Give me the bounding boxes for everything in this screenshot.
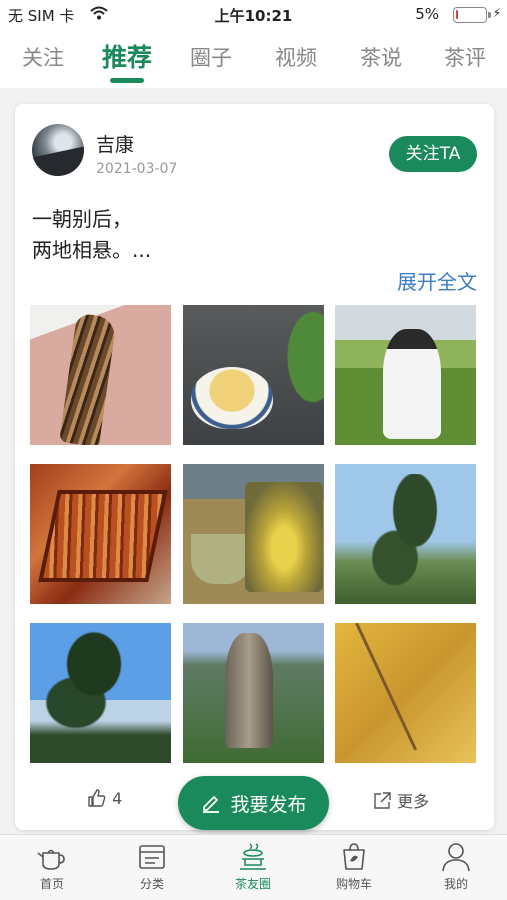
post-text: 一朝别后， 两地相悬。... [32, 204, 151, 266]
nav-cart[interactable]: 购物车 [314, 841, 394, 892]
nav-category-label: 分类 [139, 877, 164, 891]
post-photo-agarwood[interactable] [30, 305, 171, 445]
post-photo-flower-tea[interactable] [183, 464, 324, 604]
charging-icon: ⚡ [492, 6, 501, 20]
post-photo-yellow-flowers[interactable] [335, 623, 476, 763]
post-date: 2021-03-07 [96, 161, 178, 177]
post-photo-tea-cup[interactable] [183, 305, 324, 445]
tab-tea-reviews[interactable]: 茶评 [430, 42, 500, 72]
status-bar: 无 SIM 卡 上午10:21 5% ⚡ [0, 0, 507, 30]
active-tab-indicator [110, 78, 144, 83]
bottom-nav: 首页 分类 茶友圈 购物车 我的 [0, 834, 507, 900]
like-count: 4 [112, 789, 123, 808]
avatar[interactable] [32, 124, 84, 176]
tab-tea-talk[interactable]: 茶说 [346, 42, 416, 72]
post-text-line: 两地相悬。... [32, 238, 152, 262]
more-button[interactable]: 更多 [372, 788, 429, 812]
post-card: 吉康 2021-03-07 关注TA 一朝别后， 两地相悬。... 展开全文 4… [15, 104, 494, 830]
like-button[interactable]: 4 [87, 788, 122, 808]
nav-home[interactable]: 首页 [12, 841, 92, 892]
post-photo-mountain-rock[interactable] [183, 623, 324, 763]
share-icon [374, 792, 391, 809]
tab-recommended[interactable]: 推荐 [92, 38, 162, 83]
post-photo-carved-table[interactable] [30, 464, 171, 604]
cart-bag-icon [343, 843, 365, 870]
post-username[interactable]: 吉康 [96, 130, 134, 157]
battery-icon [453, 7, 491, 23]
nav-profile-label: 我的 [443, 877, 468, 891]
thumbs-up-icon [88, 789, 106, 807]
post-text-line: 一朝别后， [32, 207, 132, 231]
tea-friends-icon [240, 843, 266, 870]
nav-category[interactable]: 分类 [112, 841, 192, 892]
tab-recommended-label: 推荐 [101, 43, 152, 72]
nav-tea-friends[interactable]: 茶友圈 [213, 841, 293, 892]
pencil-icon [203, 796, 220, 813]
post-photo-tea-field[interactable] [335, 305, 476, 445]
person-icon [442, 843, 470, 872]
follow-button[interactable]: 关注TA [389, 136, 477, 172]
nav-home-label: 首页 [39, 877, 64, 891]
nav-profile[interactable]: 我的 [416, 841, 496, 892]
tab-following[interactable]: 关注 [8, 42, 78, 72]
teapot-icon [37, 849, 65, 870]
battery-percent: 5% [415, 5, 439, 23]
battery-level [456, 10, 458, 19]
publish-label: 我要发布 [230, 793, 307, 816]
nav-tea-friends-label: 茶友圈 [234, 877, 271, 891]
category-icon [139, 845, 165, 869]
nav-cart-label: 购物车 [335, 877, 372, 891]
expand-full-text-link[interactable]: 展开全文 [397, 266, 477, 295]
tab-circles[interactable]: 圈子 [176, 42, 246, 72]
top-tabs: 关注 推荐 圈子 视频 茶说 茶评 [0, 30, 507, 88]
publish-button[interactable]: 我要发布 [178, 776, 329, 830]
post-photo-pine-sky[interactable] [30, 623, 171, 763]
post-photo-pine-tree[interactable] [335, 464, 476, 604]
tab-videos[interactable]: 视频 [261, 42, 331, 72]
more-label: 更多 [397, 792, 430, 811]
